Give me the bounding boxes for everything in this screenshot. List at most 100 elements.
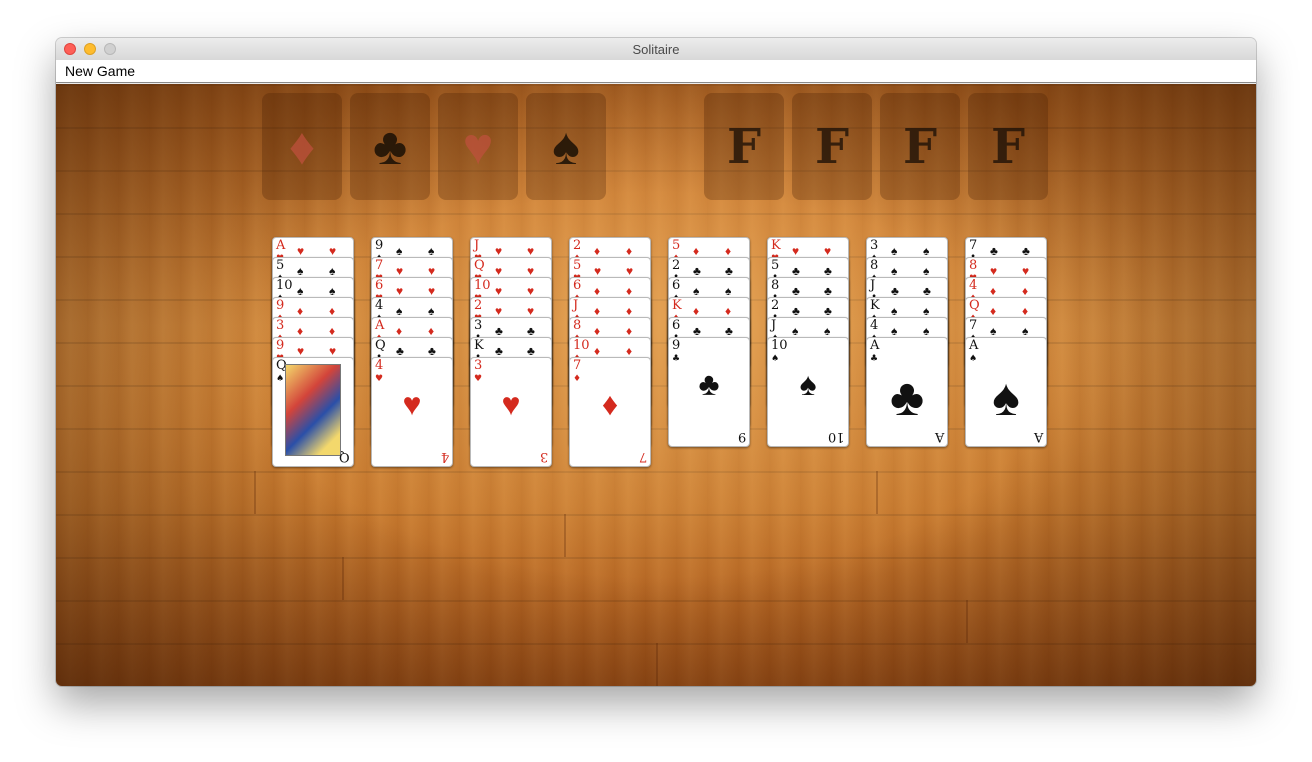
foundation-slot-heart[interactable]: ♥ <box>438 93 518 200</box>
card-rank: 9 <box>375 238 384 253</box>
free-cell-label: F <box>990 118 1026 175</box>
diamond-icon: ♦ <box>428 324 435 338</box>
card-rank: 4 <box>375 298 384 313</box>
heart-icon: ♥ <box>495 244 503 258</box>
card-rank: 6 <box>573 278 582 293</box>
card-rank: 8 <box>771 278 780 293</box>
club-icon: ♣ <box>495 324 503 338</box>
card-rank: Q <box>375 338 386 353</box>
spade-icon: ♠ <box>891 264 898 278</box>
new-game-menu-item[interactable]: New Game <box>65 63 135 79</box>
diamond-icon: ♦ <box>1022 304 1029 318</box>
club-icon: ♣ <box>990 244 998 258</box>
card-rank: 3 <box>474 318 483 333</box>
heart-icon: ♥ <box>396 284 404 298</box>
court-card-portrait <box>285 364 341 456</box>
diamond-icon: ♦ <box>990 284 997 298</box>
club-icon: ♣ <box>725 264 733 278</box>
card-rank-bottom: 3 <box>539 449 548 464</box>
playing-card[interactable]: Q ♠ Q <box>272 357 354 467</box>
card-rank: 4 <box>375 358 384 373</box>
heart-icon: ♥ <box>428 284 436 298</box>
club-icon: ♣ <box>495 344 503 358</box>
card-rank: J <box>573 298 579 313</box>
club-icon: ♣ <box>792 304 800 318</box>
club-icon: ♣ <box>372 117 408 176</box>
club-icon: ♣ <box>693 324 701 338</box>
foundation-slot-club[interactable]: ♣ <box>350 93 430 200</box>
playing-card[interactable]: 4 ♥ ♥ 4 <box>371 357 453 467</box>
heart-icon: ♥ <box>792 244 800 258</box>
card-rank: 9 <box>672 338 681 353</box>
card-rank: 2 <box>573 238 582 253</box>
card-rank: J <box>771 318 777 333</box>
spade-icon: ♠ <box>1022 324 1029 338</box>
card-rank-bottom: A <box>934 429 944 444</box>
card-rank: 3 <box>276 318 285 333</box>
club-icon: ♣ <box>1022 244 1030 258</box>
card-rank: 7 <box>969 318 978 333</box>
club-icon: ♣ <box>923 284 931 298</box>
playing-card[interactable]: A ♣ ♣ A <box>866 337 948 447</box>
card-rank: 3 <box>870 238 879 253</box>
diamond-icon: ♦ <box>1022 284 1029 298</box>
spade-icon: ♠ <box>923 244 930 258</box>
card-rank: K <box>672 298 682 313</box>
diamond-icon: ♦ <box>626 244 633 258</box>
free-cell[interactable]: F <box>968 93 1048 200</box>
club-icon: ♣ <box>891 284 899 298</box>
plank-seam <box>656 643 658 686</box>
spade-icon: ♠ <box>891 244 898 258</box>
diamond-icon: ♦ <box>594 304 601 318</box>
diamond-icon: ♦ <box>693 304 700 318</box>
spade-icon: ♠ <box>396 244 403 258</box>
playing-card[interactable]: 3 ♥ ♥ 3 <box>470 357 552 467</box>
free-cell[interactable]: F <box>880 93 960 200</box>
card-rank: 2 <box>771 298 780 313</box>
card-rank: 5 <box>771 258 780 273</box>
playing-card[interactable]: A ♠ ♠ A <box>965 337 1047 447</box>
club-icon: ♣ <box>792 284 800 298</box>
heart-icon: ♥ <box>501 386 521 422</box>
diamond-icon: ♦ <box>297 304 304 318</box>
card-rank: K <box>771 238 781 253</box>
diamond-icon: ♦ <box>626 344 633 358</box>
diamond-icon: ♦ <box>693 244 700 258</box>
card-rank: 8 <box>870 258 879 273</box>
heart-icon: ♥ <box>626 264 634 278</box>
club-icon: ♣ <box>824 264 832 278</box>
plank-seam <box>254 471 256 514</box>
card-rank: A <box>969 338 979 353</box>
card-rank-bottom: Q <box>339 449 350 464</box>
playing-card[interactable]: 9 ♣ ♣ 9 <box>668 337 750 447</box>
card-suit-icon: ♣ <box>672 354 681 364</box>
club-icon: ♣ <box>428 344 436 358</box>
spade-icon: ♠ <box>824 324 831 338</box>
free-cell[interactable]: F <box>792 93 872 200</box>
card-rank: 5 <box>276 258 285 273</box>
spade-icon: ♠ <box>923 324 930 338</box>
diamond-icon: ♦ <box>601 386 619 422</box>
playing-card[interactable]: 7 ♦ ♦ 7 <box>569 357 651 467</box>
card-rank: 6 <box>672 318 681 333</box>
card-rank: 10 <box>771 338 788 353</box>
card-rank: 5 <box>573 258 582 273</box>
plank-seam <box>966 600 968 643</box>
diamond-icon: ♦ <box>594 244 601 258</box>
card-rank: 9 <box>276 298 285 313</box>
heart-icon: ♥ <box>396 264 404 278</box>
heart-icon: ♥ <box>462 117 494 176</box>
spade-icon: ♠ <box>552 117 580 176</box>
card-rank: 7 <box>573 358 582 373</box>
card-rank: J <box>474 238 480 253</box>
spade-icon: ♠ <box>923 304 930 318</box>
foundation-slot-spade[interactable]: ♠ <box>526 93 606 200</box>
diamond-icon: ♦ <box>626 284 633 298</box>
app-window: Solitaire New Game ♦♣♥♠FFFFA♥♥♥5♠♠♠10♠♠♠… <box>56 38 1256 686</box>
free-cell[interactable]: F <box>704 93 784 200</box>
spade-icon: ♠ <box>297 264 304 278</box>
foundation-slot-diamond[interactable]: ♦ <box>262 93 342 200</box>
playing-card[interactable]: 10 ♠ ♠ 10 <box>767 337 849 447</box>
heart-icon: ♥ <box>297 344 305 358</box>
card-rank: J <box>870 278 876 293</box>
